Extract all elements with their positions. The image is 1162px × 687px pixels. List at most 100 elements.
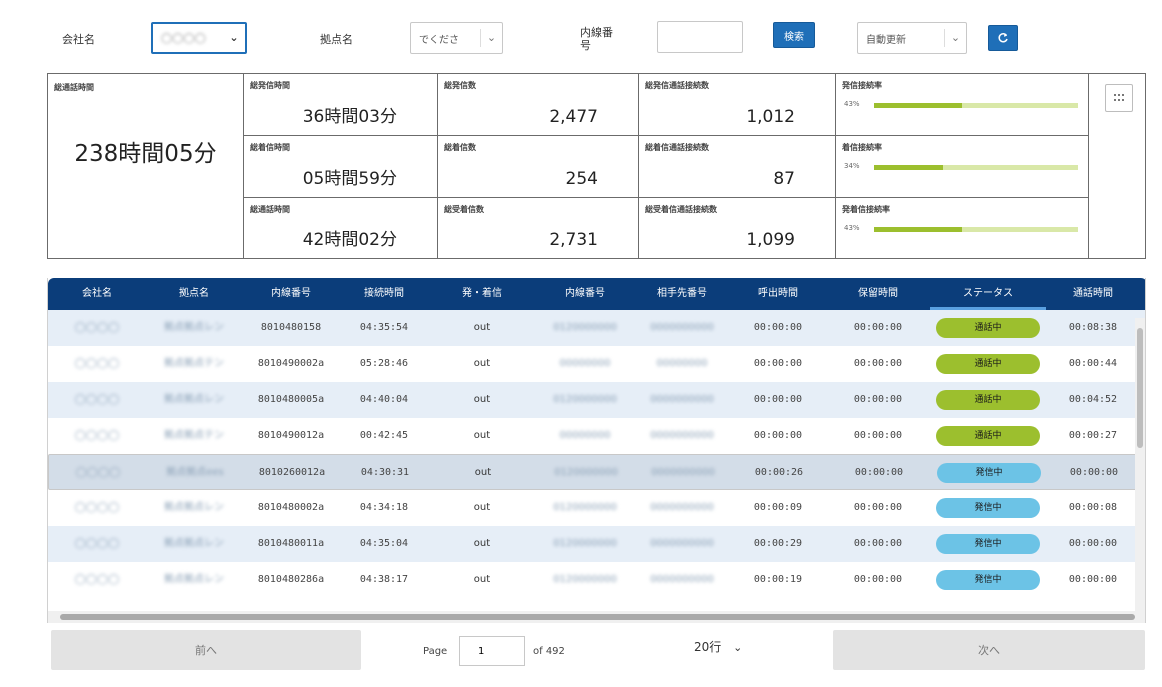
cell-status: 通話中 <box>930 346 1046 382</box>
status-badge: 発信中 <box>937 463 1041 483</box>
cell-talk: 00:00:00 <box>1068 574 1118 585</box>
cell-ext2: 0120000000 <box>553 322 617 333</box>
status-badge: 通話中 <box>936 354 1040 374</box>
prev-page-button[interactable]: 前へ <box>51 630 361 670</box>
table-row[interactable]: ◯◯◯◯ 拠点拠点レン 8010480002a 04:34:18 out 01200000… <box>48 490 1145 526</box>
cell-status: 通話中 <box>930 382 1046 418</box>
column-header-ext[interactable]: 内線番号 <box>242 278 340 310</box>
cell-ring: 00:00:19 <box>753 574 803 585</box>
cell-ext2: 00000000 <box>559 358 611 369</box>
cell-connect: 04:30:31 <box>360 467 410 478</box>
extension-input[interactable] <box>657 21 743 53</box>
cell-site: 拠点拠点テン <box>164 358 224 369</box>
refresh-icon <box>998 33 1008 43</box>
stat-label: 総着信通話接続数 <box>645 143 709 152</box>
column-header-ext2[interactable]: 内線番号 <box>536 278 634 310</box>
cell-dest: 0000000000 <box>650 574 714 585</box>
column-header-site[interactable]: 拠点名 <box>146 278 242 310</box>
stat-outgoing-time: 総発信時間 36時間03分 <box>244 74 438 136</box>
stat-label: 総着信数 <box>444 143 476 152</box>
rate-progress-bar <box>874 165 1078 170</box>
cell-hold: 00:00:00 <box>853 574 903 585</box>
company-select[interactable]: ◯◯◯◯ ⌄ <box>151 22 247 54</box>
cell-company: ◯◯◯◯ <box>74 322 120 333</box>
cell-dir: out <box>473 394 491 405</box>
cell-dest: 0000000000 <box>651 467 715 478</box>
column-settings-button[interactable] <box>1105 84 1133 112</box>
pagination: 前へ Page of 492 20行 ⌄ 次へ <box>47 626 1146 672</box>
chevron-down-icon: ⌄ <box>480 29 502 47</box>
column-header-company[interactable]: 会社名 <box>48 278 146 310</box>
cell-site: 拠点拠点レン <box>164 574 224 585</box>
stat-received-rate: 発着信接続率 43% <box>836 198 1089 259</box>
scrollbar-thumb[interactable] <box>60 614 1135 620</box>
cell-dir: out <box>473 358 491 369</box>
stat-received-connected: 総受着信通話接続数 1,099 <box>639 198 836 259</box>
cell-site: 拠点拠点レン <box>164 322 224 333</box>
page-total: of 492 <box>533 646 565 657</box>
auto-refresh-select[interactable]: 自動更新 ⌄ <box>857 22 967 54</box>
cell-ext: 8010480002a <box>257 502 325 513</box>
cell-site: 拠点拠点レン <box>164 538 224 549</box>
cell-ext2: 0120000000 <box>553 538 617 549</box>
column-header-dest[interactable]: 相手先番号 <box>634 278 730 310</box>
column-header-status[interactable]: ステータス <box>930 278 1046 310</box>
cell-dir: out <box>473 430 491 441</box>
column-header-dir[interactable]: 発・着信 <box>428 278 536 310</box>
cell-dest: 0000000000 <box>650 430 714 441</box>
vertical-scrollbar[interactable] <box>1135 318 1145 612</box>
stat-label: 総発信通話接続数 <box>645 81 709 90</box>
site-select[interactable]: でくださ ⌄ <box>410 22 503 54</box>
table-row[interactable]: ◯◯◯◯ 拠点拠点レン 8010480005a 04:40:04 out 01200000… <box>48 382 1145 418</box>
cell-connect: 04:38:17 <box>359 574 409 585</box>
stat-ext-time: 総通話時間 42時間02分 <box>244 198 438 259</box>
scrollbar-thumb[interactable] <box>1137 328 1143 448</box>
rows-per-page-select[interactable]: 20行 ⌄ <box>694 638 742 655</box>
table-row[interactable]: ◯◯◯◯ 拠点拠点レン 8010480286a 04:38:17 out 01200000… <box>48 562 1145 598</box>
cell-company: ◯◯◯◯ <box>74 430 120 441</box>
stats-panel: 総通話時間 238時間05分 総発信時間 36時間03分 総着信時間 05時間5… <box>47 73 1146 259</box>
status-badge: 発信中 <box>936 570 1040 590</box>
column-header-talk[interactable]: 通話時間 <box>1046 278 1140 310</box>
rate-progress-fill <box>874 103 962 108</box>
column-header-connect[interactable]: 接続時間 <box>340 278 428 310</box>
cell-hold: 00:00:00 <box>853 538 903 549</box>
page-number-input[interactable] <box>459 636 525 666</box>
column-header-hold[interactable]: 保留時間 <box>826 278 930 310</box>
cell-dest: 0000000000 <box>650 538 714 549</box>
stat-label: 総発信時間 <box>250 81 290 90</box>
stat-label: 総着信時間 <box>250 143 290 152</box>
next-page-button[interactable]: 次へ <box>833 630 1145 670</box>
stat-label: 着信接続率 <box>842 143 882 152</box>
table-row[interactable]: ◯◯◯◯ 拠点拠点レン 8010480158 04:35:54 out 012000000… <box>48 310 1145 346</box>
stat-outgoing-count: 総発信数 2,477 <box>438 74 639 136</box>
cell-connect: 04:35:04 <box>359 538 409 549</box>
cell-ext2: 0120000000 <box>554 467 618 478</box>
rate-progress-bar <box>874 103 1078 108</box>
stat-value: 05時間59分 <box>302 169 397 189</box>
column-header-ring[interactable]: 呼出時間 <box>730 278 826 310</box>
table-row[interactable]: ◯◯◯◯ 拠点拠点レン 8010480011a 04:35:04 out 01200000… <box>48 526 1145 562</box>
rate-progress-bar <box>874 227 1078 232</box>
status-badge: 発信中 <box>936 534 1040 554</box>
cell-ring: 00:00:29 <box>753 538 803 549</box>
cell-connect: 04:34:18 <box>359 502 409 513</box>
cell-status: 発信中 <box>930 526 1046 562</box>
table-row[interactable]: ◯◯◯◯ 拠点拠点テン 8010490002a 05:28:46 out 00000000… <box>48 346 1145 382</box>
rate-progress-fill <box>874 227 962 232</box>
site-select-value: でくださ <box>419 34 459 46</box>
search-button[interactable]: 検索 <box>773 22 815 48</box>
cell-site: 拠点拠点レン <box>164 502 224 513</box>
stat-value: 87 <box>773 169 795 189</box>
table-row[interactable]: ◯◯◯◯ 拠点拠点ees 8010260012a 04:30:31 out 0120000… <box>48 454 1145 491</box>
cell-connect: 04:35:54 <box>359 322 409 333</box>
table-row[interactable]: ◯◯◯◯ 拠点拠点テン 8010490012a 00:42:45 out 00000000… <box>48 418 1145 454</box>
grid-icon <box>1114 94 1124 101</box>
rows-per-page-value: 20行 <box>694 640 722 654</box>
horizontal-scrollbar[interactable] <box>48 611 1145 623</box>
refresh-button[interactable] <box>988 25 1018 51</box>
cell-dir: out <box>473 538 491 549</box>
cell-ring: 00:00:00 <box>753 394 803 405</box>
status-badge: 通話中 <box>936 390 1040 410</box>
cell-status: 発信中 <box>931 455 1047 491</box>
